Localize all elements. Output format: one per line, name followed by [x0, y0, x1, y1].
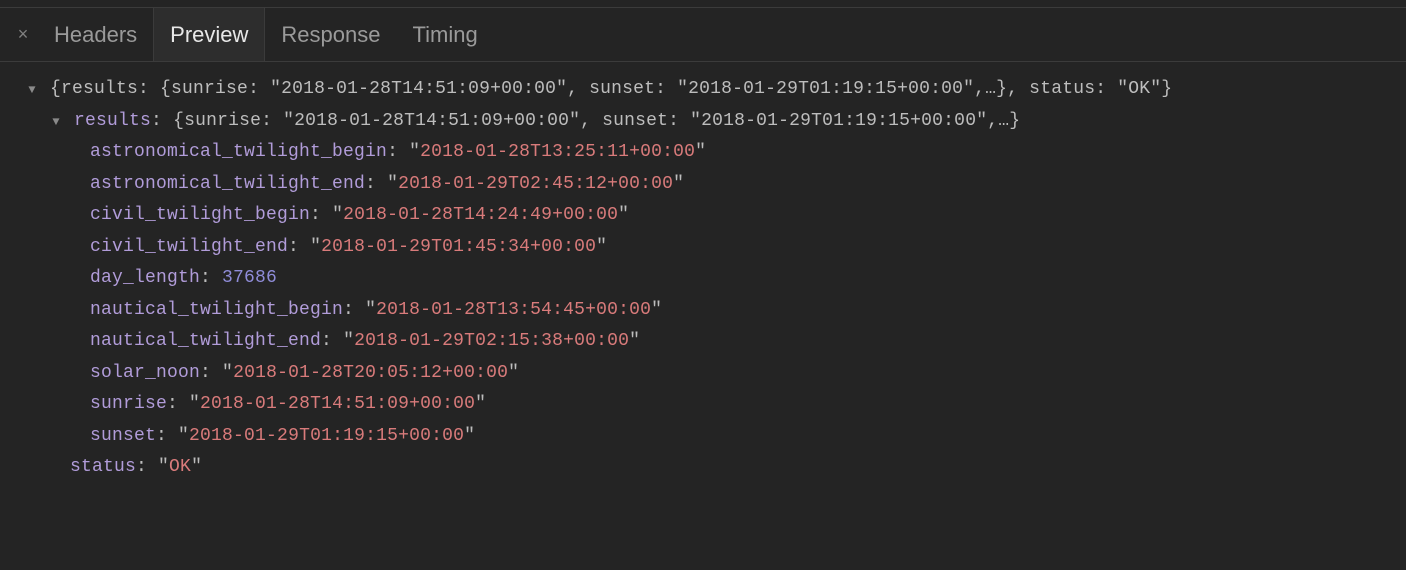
property-key: nautical_twilight_begin: [90, 300, 343, 320]
property-key: nautical_twilight_end: [90, 331, 321, 351]
property-value: 2018-01-28T13:54:45+00:00: [376, 300, 651, 320]
property-value: 2018-01-28T14:51:09+00:00: [200, 394, 475, 414]
property-key: civil_twilight_begin: [90, 205, 310, 225]
property-row[interactable]: civil_twilight_begin: "2018-01-28T14:24:…: [8, 200, 1398, 232]
property-key: solar_noon: [90, 363, 200, 383]
results-summary: {sunrise: "2018-01-28T14:51:09+00:00", s…: [173, 111, 1020, 131]
json-preview: ▼ {results: {sunrise: "2018-01-28T14:51:…: [0, 62, 1406, 496]
property-row[interactable]: sunset: "2018-01-29T01:19:15+00:00": [8, 421, 1398, 453]
property-row[interactable]: nautical_twilight_end: "2018-01-29T02:15…: [8, 326, 1398, 358]
property-value: 2018-01-29T02:15:38+00:00: [354, 331, 629, 351]
property-key: status: [70, 457, 136, 477]
property-value: 2018-01-28T20:05:12+00:00: [233, 363, 508, 383]
property-value: 37686: [222, 268, 277, 288]
tab-preview[interactable]: Preview: [153, 8, 265, 61]
property-row[interactable]: civil_twilight_end: "2018-01-29T01:45:34…: [8, 232, 1398, 264]
tab-timing[interactable]: Timing: [396, 8, 493, 61]
property-value: 2018-01-29T01:19:15+00:00: [189, 426, 464, 446]
tabstrip: × Headers Preview Response Timing: [0, 8, 1406, 62]
property-value: 2018-01-29T01:45:34+00:00: [321, 237, 596, 257]
property-row[interactable]: day_length: 37686: [8, 263, 1398, 295]
property-row[interactable]: status: "OK": [8, 452, 1398, 484]
expand-arrow-icon[interactable]: ▼: [25, 80, 39, 101]
property-row[interactable]: solar_noon: "2018-01-28T20:05:12+00:00": [8, 358, 1398, 390]
colon: :: [151, 111, 173, 131]
tree-root[interactable]: ▼ {results: {sunrise: "2018-01-28T14:51:…: [8, 74, 1398, 106]
tab-headers[interactable]: Headers: [38, 8, 153, 61]
root-summary: {results: {sunrise: "2018-01-28T14:51:09…: [50, 79, 1172, 99]
property-row[interactable]: astronomical_twilight_begin: "2018-01-28…: [8, 137, 1398, 169]
property-key: civil_twilight_end: [90, 237, 288, 257]
property-key: astronomical_twilight_begin: [90, 142, 387, 162]
property-key: sunrise: [90, 394, 167, 414]
top-divider: [0, 0, 1406, 8]
property-value: OK: [169, 457, 191, 477]
tab-response[interactable]: Response: [265, 8, 396, 61]
expand-arrow-icon[interactable]: ▼: [49, 112, 63, 133]
property-key: day_length: [90, 268, 200, 288]
property-key: results: [74, 111, 151, 131]
property-key: sunset: [90, 426, 156, 446]
close-icon[interactable]: ×: [8, 24, 38, 45]
property-value: 2018-01-28T14:24:49+00:00: [343, 205, 618, 225]
property-value: 2018-01-29T02:45:12+00:00: [398, 174, 673, 194]
property-row[interactable]: nautical_twilight_begin: "2018-01-28T13:…: [8, 295, 1398, 327]
tree-node-results[interactable]: ▼ results: {sunrise: "2018-01-28T14:51:0…: [8, 106, 1398, 138]
property-row[interactable]: sunrise: "2018-01-28T14:51:09+00:00": [8, 389, 1398, 421]
property-value: 2018-01-28T13:25:11+00:00: [420, 142, 695, 162]
property-key: astronomical_twilight_end: [90, 174, 365, 194]
property-row[interactable]: astronomical_twilight_end: "2018-01-29T0…: [8, 169, 1398, 201]
